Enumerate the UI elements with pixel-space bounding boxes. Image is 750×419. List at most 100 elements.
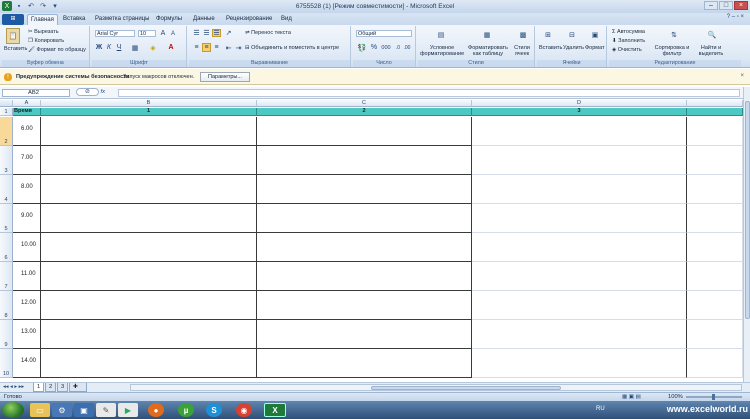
cell-d4[interactable] xyxy=(472,175,687,204)
paste-button[interactable]: Вставить xyxy=(4,46,27,52)
decrease-decimal-icon[interactable]: .00 xyxy=(403,43,411,52)
column-header-c[interactable]: C xyxy=(257,100,472,107)
merge-center-button[interactable]: ⊟ Объединить и поместить в центре xyxy=(245,45,339,51)
number-format-combo[interactable]: Общий xyxy=(356,30,412,37)
maximize-icon[interactable]: □ xyxy=(719,1,733,10)
autosum-button[interactable]: Σ Автосумма xyxy=(612,29,645,35)
cell-c1[interactable]: 2 xyxy=(257,108,472,116)
sheet-tab-3[interactable]: 3 xyxy=(57,383,69,392)
shrink-font-icon[interactable]: A xyxy=(169,30,177,38)
tab-formulas[interactable]: Формулы xyxy=(153,14,185,25)
column-header-a[interactable]: A xyxy=(13,100,41,107)
cell-d6[interactable] xyxy=(472,233,687,262)
column-header-d[interactable]: D xyxy=(472,100,687,107)
chrome-icon[interactable]: ◉ xyxy=(236,403,252,417)
media-player-icon[interactable]: ▶ xyxy=(118,403,138,417)
row-header[interactable]: 4 xyxy=(0,175,13,204)
paint-icon[interactable]: ✎ xyxy=(96,403,116,417)
cell-d8[interactable] xyxy=(472,291,687,320)
tab-review[interactable]: Рецензирование xyxy=(223,14,275,25)
tab-page-layout[interactable]: Разметка страницы xyxy=(92,14,152,25)
cell-d7[interactable] xyxy=(472,262,687,291)
horizontal-scrollbar[interactable] xyxy=(130,384,742,391)
cell-e4[interactable] xyxy=(687,175,743,204)
insert-cells-icon[interactable]: ⊞ xyxy=(541,28,555,42)
utorrent-icon[interactable]: µ xyxy=(178,403,194,417)
cell-b4[interactable] xyxy=(41,175,257,204)
cell-d3[interactable] xyxy=(472,146,687,175)
network-icon[interactable]: ⚙ xyxy=(52,403,72,417)
format-cells-button[interactable]: Формат xyxy=(585,45,605,51)
cell-b2[interactable] xyxy=(41,117,257,146)
cell-c4[interactable] xyxy=(257,175,472,204)
column-header-b[interactable]: B xyxy=(41,100,257,107)
cell-c10[interactable] xyxy=(257,349,472,378)
sheet-tab-1[interactable]: 1 xyxy=(33,383,45,392)
cell-d9[interactable] xyxy=(472,320,687,349)
cell-c2[interactable] xyxy=(257,117,472,146)
vertical-scroll-thumb[interactable] xyxy=(745,101,750,319)
zoom-slider-handle[interactable] xyxy=(712,394,715,400)
tab-data[interactable]: Данные xyxy=(190,14,218,25)
underline-button[interactable]: Ч xyxy=(115,43,123,52)
cell-e10[interactable] xyxy=(687,349,743,378)
find-icon[interactable]: 🔍 xyxy=(705,28,719,42)
cell-b9[interactable] xyxy=(41,320,257,349)
name-box[interactable]: AB2 xyxy=(2,89,70,97)
currency-icon[interactable]: 💱 xyxy=(356,43,368,52)
cell-a9[interactable]: 13.00 xyxy=(13,320,41,349)
format-painter-button[interactable]: 🖌 Формат по образцу xyxy=(28,47,86,53)
worksheet-grid[interactable]: A B C D 1 Время 1 2 3 2 6.00 3 7.00 4 8.00 5 9.… xyxy=(0,100,743,382)
row-header[interactable]: 3 xyxy=(0,146,13,175)
bold-button[interactable]: Ж xyxy=(95,43,103,52)
help-icon[interactable]: ? – ▫ × xyxy=(727,14,744,20)
italic-button[interactable]: К xyxy=(105,43,113,52)
increase-indent-icon[interactable]: ⇥ xyxy=(234,43,243,52)
security-options-button[interactable]: Параметры... xyxy=(200,72,250,82)
cell-b10[interactable] xyxy=(41,349,257,378)
cell-e9[interactable] xyxy=(687,320,743,349)
language-indicator[interactable]: RU xyxy=(596,406,605,412)
excel-taskbar-icon[interactable]: X xyxy=(264,403,286,417)
cell-a7[interactable]: 11.00 xyxy=(13,262,41,291)
find-select-button[interactable]: Найти и выделить xyxy=(691,45,731,57)
cell-styles-button[interactable]: Стили ячеек xyxy=(510,45,534,57)
cell-b7[interactable] xyxy=(41,262,257,291)
align-right-icon[interactable]: ≡ xyxy=(212,43,221,52)
fill-color-icon[interactable]: ◈ xyxy=(146,43,160,52)
percent-button[interactable]: % xyxy=(370,43,378,52)
sort-filter-button[interactable]: Сортировка и фильтр xyxy=(653,45,691,57)
firefox-icon[interactable]: ● xyxy=(148,403,164,417)
tab-home[interactable]: Главная xyxy=(27,14,58,25)
row-header[interactable]: 1 xyxy=(0,108,13,116)
column-header-e[interactable] xyxy=(687,100,743,107)
decrease-indent-icon[interactable]: ⇤ xyxy=(224,43,233,52)
cell-e6[interactable] xyxy=(687,233,743,262)
function-icon[interactable]: ⊘ fx xyxy=(76,88,116,97)
cell-c7[interactable] xyxy=(257,262,472,291)
cell-b8[interactable] xyxy=(41,291,257,320)
font-color-icon[interactable]: A xyxy=(164,43,178,52)
align-top-icon[interactable]: ☰ xyxy=(192,29,201,37)
cell-d10[interactable] xyxy=(472,349,687,378)
vertical-scrollbar[interactable] xyxy=(743,87,750,382)
cell-d1[interactable]: 3 xyxy=(472,108,687,116)
select-all-corner[interactable] xyxy=(0,100,13,107)
cell-a3[interactable]: 7.00 xyxy=(13,146,41,175)
start-button-icon[interactable] xyxy=(2,402,24,418)
orientation-icon[interactable]: ↗ xyxy=(224,29,233,37)
conditional-format-button[interactable]: Условное форматирование xyxy=(420,45,464,57)
align-left-icon[interactable]: ≡ xyxy=(192,43,201,52)
sheet-tab-2[interactable]: 2 xyxy=(45,383,57,392)
format-as-table-button[interactable]: Форматировать как таблицу xyxy=(468,45,508,57)
grow-font-icon[interactable]: A xyxy=(159,29,167,37)
cut-button[interactable]: ✂ Вырезать xyxy=(28,29,59,35)
gallery-icon[interactable]: ▣ xyxy=(74,403,94,417)
row-header[interactable]: 2 xyxy=(0,117,13,146)
cell-c3[interactable] xyxy=(257,146,472,175)
cell-c9[interactable] xyxy=(257,320,472,349)
increase-decimal-icon[interactable]: .0 xyxy=(394,43,402,52)
explorer-icon[interactable]: ▭ xyxy=(30,403,50,417)
cell-b6[interactable] xyxy=(41,233,257,262)
row-header[interactable]: 10 xyxy=(0,349,13,378)
